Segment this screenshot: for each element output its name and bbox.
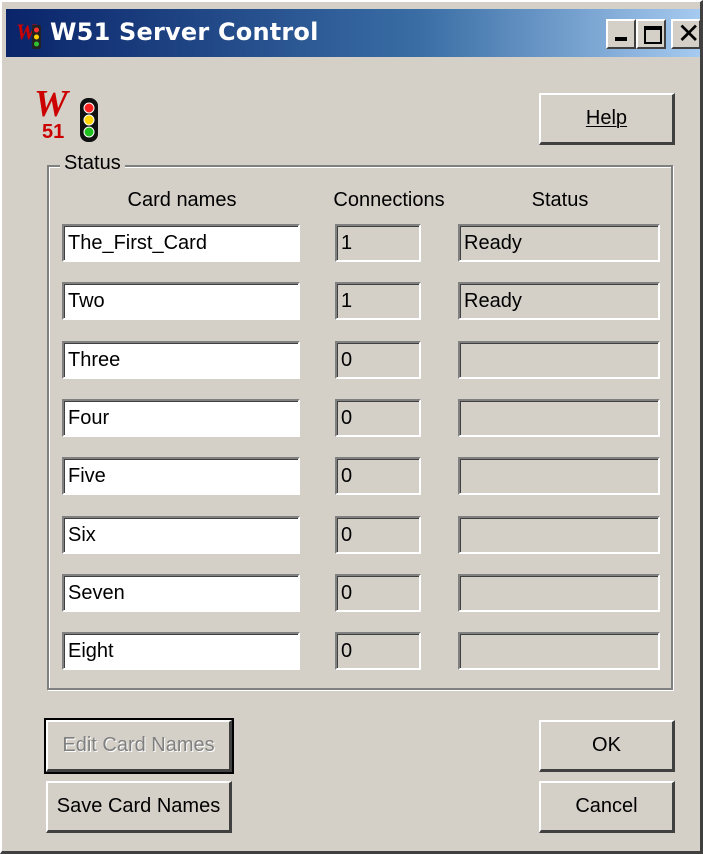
card-name-field[interactable]: Four [62,399,300,437]
card-name-field[interactable]: Five [62,457,300,495]
help-button[interactable]: Help [539,93,675,145]
cancel-button[interactable]: Cancel [539,781,675,833]
maximize-button[interactable] [636,19,666,49]
save-card-names-button[interactable]: Save Card Names [46,781,232,833]
status-field [458,516,660,554]
ok-button[interactable]: OK [539,720,675,772]
status-field [458,457,660,495]
connections-field: 1 [335,282,421,320]
close-button[interactable]: ✕ [671,17,701,50]
card-name-field[interactable]: Three [62,341,300,379]
connections-field: 0 [335,516,421,554]
status-group-label: Status [60,152,125,175]
app-icon: W [16,19,41,49]
status-field: Ready [458,282,660,320]
connections-field: 0 [335,399,421,437]
card-name-field[interactable]: Eight [62,632,300,670]
card-name-field[interactable]: Two [62,282,300,320]
close-icon: ✕ [677,17,701,50]
edit-card-names-button[interactable]: Edit Card Names [44,718,234,774]
status-field [458,574,660,612]
server-control-window: W W51 Server Control ✕ W 51 Help Status [0,0,703,854]
help-button-label: Help [585,107,628,129]
card-name-field[interactable]: Seven [62,574,300,612]
status-field: Ready [458,224,660,262]
title-bar[interactable]: W W51 Server Control ✕ [6,9,700,57]
save-card-names-label: Save Card Names [56,795,221,817]
status-field [458,341,660,379]
connections-field: 0 [335,632,421,670]
connections-field: 0 [335,457,421,495]
traffic-light-icon [80,98,98,142]
window-title: W51 Server Control [50,18,319,46]
column-header-connections: Connections [333,189,445,211]
status-field [458,399,660,437]
logo-letter: W [34,83,71,125]
card-name-field[interactable]: Six [62,516,300,554]
status-field [458,632,660,670]
minimize-button[interactable] [606,19,636,49]
column-header-status: Status [531,189,589,211]
card-name-field[interactable]: The_First_Card [62,224,300,262]
connections-field: 1 [335,224,421,262]
logo-number: 51 [42,121,64,143]
edit-card-names-label: Edit Card Names [62,734,215,756]
column-header-card-names: Card names [127,189,237,211]
cancel-button-label: Cancel [575,795,638,817]
ok-button-label: OK [592,734,621,756]
connections-field: 0 [335,574,421,612]
w51-logo: W 51 [34,83,98,143]
connections-field: 0 [335,341,421,379]
